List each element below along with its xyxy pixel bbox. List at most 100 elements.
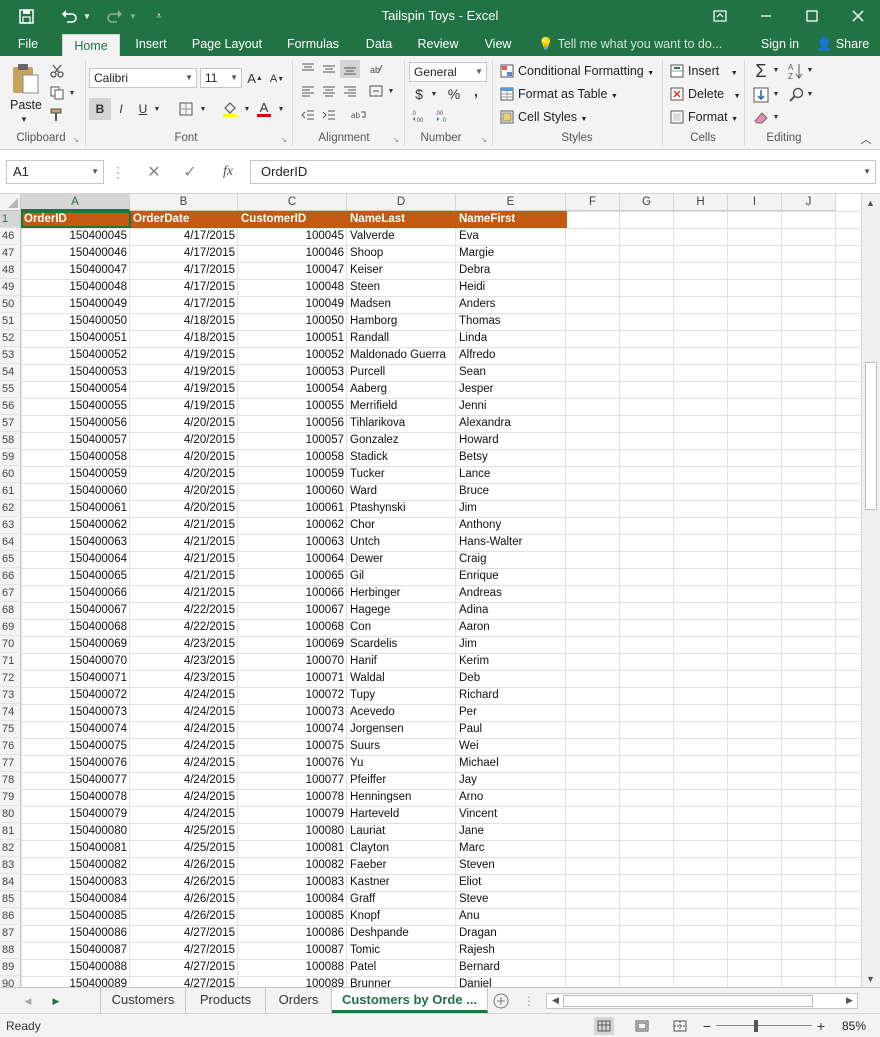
table-cell[interactable]: 150400045 — [21, 228, 130, 245]
cut-icon[interactable] — [48, 62, 66, 80]
table-cell[interactable]: 100084 — [238, 891, 347, 908]
table-cell[interactable]: 100086 — [238, 925, 347, 942]
table-cell[interactable]: 150400058 — [21, 449, 130, 466]
table-cell[interactable]: 150400057 — [21, 432, 130, 449]
table-cell[interactable]: 150400087 — [21, 942, 130, 959]
table-cell[interactable]: Stadick — [347, 449, 456, 466]
increase-decimal-icon[interactable]: .0.00 — [410, 107, 430, 125]
row-header[interactable]: 65 — [0, 551, 21, 568]
table-cell[interactable]: 100055 — [238, 398, 347, 415]
column-title-cell[interactable]: CustomerID — [238, 211, 347, 228]
decrease-font-icon[interactable]: A ▼ — [268, 70, 286, 88]
save-icon[interactable] — [14, 0, 38, 32]
table-cell[interactable]: 4/26/2015 — [130, 857, 238, 874]
table-cell[interactable]: 150400078 — [21, 789, 130, 806]
format-cells-button[interactable]: Format ▼ — [688, 110, 738, 124]
zoom-out-icon[interactable]: − — [700, 1017, 714, 1035]
sort-filter-icon[interactable]: AZ — [786, 60, 808, 82]
table-cell[interactable]: Henningsen — [347, 789, 456, 806]
table-cell[interactable]: Kerim — [456, 653, 566, 670]
table-cell[interactable]: Bruce — [456, 483, 566, 500]
table-cell[interactable]: Alfredo — [456, 347, 566, 364]
table-cell[interactable]: 100054 — [238, 381, 347, 398]
table-cell[interactable]: Tihlarikova — [347, 415, 456, 432]
table-cell[interactable]: 100050 — [238, 313, 347, 330]
table-cell[interactable]: 150400088 — [21, 959, 130, 976]
table-cell[interactable]: 4/20/2015 — [130, 500, 238, 517]
table-cell[interactable]: Jorgensen — [347, 721, 456, 738]
tell-me-box[interactable]: 💡 Tell me what you want to do... — [538, 32, 722, 56]
maximize-icon[interactable] — [798, 0, 826, 32]
search-icon[interactable] — [786, 84, 808, 106]
format-as-table-icon[interactable] — [498, 85, 516, 103]
row-header[interactable]: 75 — [0, 721, 21, 738]
close-icon[interactable] — [844, 0, 872, 32]
fill-icon[interactable] — [750, 84, 772, 106]
row-header[interactable]: 55 — [0, 381, 21, 398]
table-cell[interactable]: Knopf — [347, 908, 456, 925]
fill-color-dropdown-icon[interactable]: ▼ — [242, 102, 252, 116]
row-header[interactable]: 54 — [0, 364, 21, 381]
row-header[interactable]: 84 — [0, 874, 21, 891]
table-cell[interactable]: 100075 — [238, 738, 347, 755]
table-cell[interactable]: 150400081 — [21, 840, 130, 857]
table-cell[interactable]: Herbinger — [347, 585, 456, 602]
increase-font-icon[interactable]: A ▲ — [246, 68, 264, 88]
table-cell[interactable]: 150400083 — [21, 874, 130, 891]
row-header[interactable]: 80 — [0, 806, 21, 823]
table-cell[interactable]: 4/24/2015 — [130, 789, 238, 806]
table-cell[interactable]: Deshpande — [347, 925, 456, 942]
table-cell[interactable]: 4/23/2015 — [130, 636, 238, 653]
comma-style-button[interactable]: , — [470, 82, 482, 100]
table-cell[interactable]: Dewer — [347, 551, 456, 568]
table-cell[interactable]: Steen — [347, 279, 456, 296]
clear-dropdown-icon[interactable]: ▼ — [772, 112, 780, 122]
table-cell[interactable]: 150400075 — [21, 738, 130, 755]
tab-insert[interactable]: Insert — [128, 32, 174, 56]
table-cell[interactable]: 150400070 — [21, 653, 130, 670]
table-cell[interactable]: Ward — [347, 483, 456, 500]
table-cell[interactable]: Eliot — [456, 874, 566, 891]
table-cell[interactable]: 150400068 — [21, 619, 130, 636]
conditional-formatting-icon[interactable] — [498, 62, 516, 80]
table-cell[interactable]: 100088 — [238, 959, 347, 976]
row-header[interactable]: 81 — [0, 823, 21, 840]
row-header[interactable]: 63 — [0, 517, 21, 534]
table-cell[interactable]: Harteveld — [347, 806, 456, 823]
fill-color-icon[interactable] — [220, 99, 240, 119]
table-cell[interactable]: Tomic — [347, 942, 456, 959]
column-header-j[interactable]: J — [782, 194, 836, 211]
table-cell[interactable]: 100089 — [238, 976, 347, 987]
align-left-icon[interactable] — [298, 82, 318, 100]
table-cell[interactable]: 100059 — [238, 466, 347, 483]
table-cell[interactable]: 4/21/2015 — [130, 568, 238, 585]
table-cell[interactable]: 100064 — [238, 551, 347, 568]
horizontal-scroll-thumb[interactable] — [563, 995, 813, 1007]
row-header[interactable]: 66 — [0, 568, 21, 585]
table-cell[interactable]: 4/24/2015 — [130, 772, 238, 789]
find-dropdown-icon[interactable]: ▼ — [806, 89, 814, 99]
table-cell[interactable]: Enrique — [456, 568, 566, 585]
table-cell[interactable]: Arno — [456, 789, 566, 806]
row-header[interactable]: 74 — [0, 704, 21, 721]
row-header[interactable]: 89 — [0, 959, 21, 976]
table-cell[interactable]: 4/27/2015 — [130, 959, 238, 976]
table-cell[interactable]: 150400049 — [21, 296, 130, 313]
table-cell[interactable]: 4/21/2015 — [130, 585, 238, 602]
delete-cells-icon[interactable] — [668, 85, 686, 103]
table-cell[interactable]: 100070 — [238, 653, 347, 670]
table-cell[interactable]: 4/24/2015 — [130, 721, 238, 738]
fill-dropdown-icon[interactable]: ▼ — [772, 89, 780, 99]
orientation-icon[interactable]: ab — [366, 60, 386, 78]
format-cells-icon[interactable] — [668, 108, 686, 126]
table-cell[interactable]: 150400063 — [21, 534, 130, 551]
insert-cells-icon[interactable] — [668, 62, 686, 80]
tab-data[interactable]: Data — [360, 32, 398, 56]
clipboard-launcher-icon[interactable]: ↘ — [72, 136, 80, 144]
minimize-icon[interactable] — [752, 0, 780, 32]
font-color-dropdown-icon[interactable]: ▼ — [276, 102, 286, 116]
column-header-d[interactable]: D — [347, 194, 456, 211]
tab-split-grip-icon[interactable]: ⋮ — [523, 993, 535, 1009]
table-cell[interactable]: 150400046 — [21, 245, 130, 262]
decrease-decimal-icon[interactable]: .00.0 — [434, 107, 454, 125]
